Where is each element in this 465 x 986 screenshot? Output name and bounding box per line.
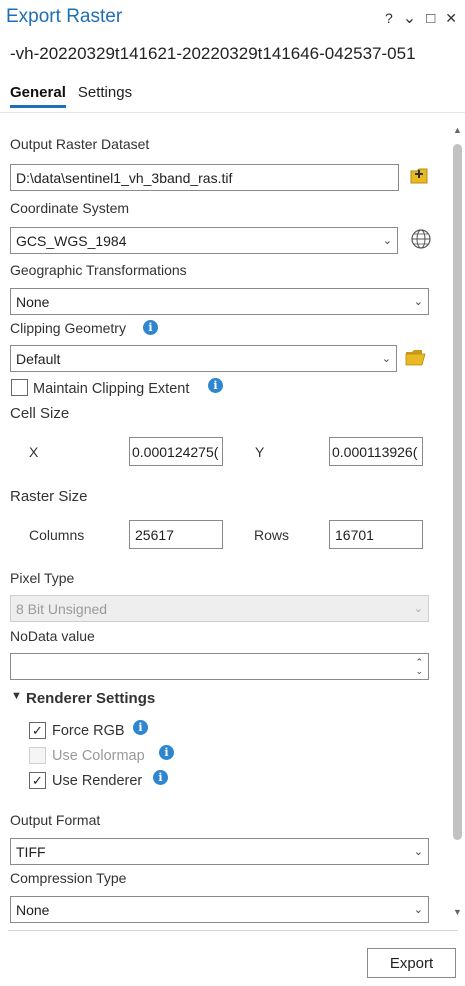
info-icon[interactable]: i (143, 320, 158, 335)
use-colormap-checkbox (29, 747, 46, 764)
chevron-down-icon: ⌄ (381, 353, 391, 365)
info-icon[interactable]: i (153, 770, 168, 785)
pixel-type-label: Pixel Type (10, 570, 75, 586)
scroll-down-icon[interactable]: ▼ (451, 906, 464, 918)
compression-type-label: Compression Type (10, 870, 127, 886)
maintain-clipping-label: Maintain Clipping Extent (33, 381, 190, 397)
raster-size-label: Raster Size (10, 488, 88, 505)
output-raster-field[interactable]: D:\data\sentinel1_vh_3band_ras.tif (10, 164, 399, 191)
close-button[interactable]: ✕ (445, 10, 457, 27)
nodata-input[interactable]: ⌃ ⌄ (10, 653, 429, 680)
window-title: Export Raster (6, 6, 123, 27)
chevron-down-icon: ⌄ (413, 603, 423, 615)
chevron-down-icon[interactable]: ⌄ (403, 8, 416, 28)
rows-input[interactable]: 16701 (329, 520, 423, 549)
cell-x-input[interactable]: 0.000124275( (129, 437, 223, 466)
tab-divider (0, 112, 465, 113)
globe-icon[interactable] (410, 228, 432, 250)
geo-transform-select[interactable]: None ⌄ (10, 288, 429, 315)
window-controls: ? ⌄ □ ✕ (385, 8, 457, 28)
geo-transform-value: None (16, 293, 50, 310)
chevron-down-icon[interactable]: ▼ (11, 690, 22, 702)
cell-size-label: Cell Size (10, 405, 70, 422)
pixel-type-select: 8 Bit Unsigned ⌄ (10, 595, 429, 622)
spinner-icon[interactable]: ⌃ ⌄ (415, 657, 423, 676)
add-folder-icon[interactable] (408, 165, 430, 187)
tab-bar: General Settings (10, 84, 132, 108)
scroll-up-icon[interactable]: ▲ (451, 124, 464, 136)
clipping-geometry-select[interactable]: Default ⌄ (10, 345, 397, 372)
output-raster-label: Output Raster Dataset (10, 136, 150, 152)
tab-settings[interactable]: Settings (78, 84, 132, 108)
chevron-down-icon: ⌄ (413, 296, 423, 308)
export-button[interactable]: Export (367, 948, 456, 978)
cell-y-input[interactable]: 0.000113926( (329, 437, 423, 466)
cell-x-label: X (29, 444, 39, 460)
tool-subtitle: -vh-20220329t141621-20220329t141646-0425… (10, 44, 416, 63)
pixel-type-value: 8 Bit Unsigned (16, 600, 108, 617)
force-rgb-label: Force RGB (52, 723, 125, 739)
tab-general[interactable]: General (10, 84, 66, 108)
renderer-settings-header[interactable]: Renderer Settings (26, 690, 155, 707)
rows-label: Rows (254, 527, 290, 543)
use-renderer-label: Use Renderer (52, 773, 143, 789)
chevron-down-icon: ⌄ (382, 235, 392, 247)
use-renderer-checkbox[interactable]: ✓ (29, 772, 46, 789)
chevron-down-icon: ⌄ (413, 846, 423, 858)
cell-y-label: Y (255, 444, 265, 460)
nodata-label: NoData value (10, 628, 95, 644)
coordinate-system-label: Coordinate System (10, 200, 130, 216)
columns-label: Columns (29, 527, 85, 543)
info-icon[interactable]: i (159, 745, 174, 760)
footer-divider (8, 930, 458, 931)
coordinate-system-value: GCS_WGS_1984 (16, 232, 127, 249)
output-format-select[interactable]: TIFF ⌄ (10, 838, 429, 865)
use-colormap-label: Use Colormap (52, 748, 145, 764)
columns-input[interactable]: 25617 (129, 520, 223, 549)
coordinate-system-select[interactable]: GCS_WGS_1984 ⌄ (10, 227, 398, 254)
chevron-down-icon: ⌄ (413, 904, 423, 916)
force-rgb-checkbox[interactable]: ✓ (29, 722, 46, 739)
geo-transform-label: Geographic Transformations (10, 262, 187, 278)
compression-type-value: None (16, 901, 50, 918)
restore-button[interactable]: □ (426, 10, 435, 27)
compression-type-select[interactable]: None ⌄ (10, 896, 429, 923)
info-icon[interactable]: i (133, 720, 148, 735)
maintain-clipping-checkbox[interactable] (11, 379, 28, 396)
clipping-geometry-value: Default (16, 350, 61, 367)
output-format-value: TIFF (16, 843, 46, 860)
help-button[interactable]: ? (385, 10, 393, 26)
info-icon[interactable]: i (208, 378, 223, 393)
scrollbar-thumb[interactable] (453, 144, 462, 840)
output-format-label: Output Format (10, 812, 101, 828)
open-folder-icon[interactable] (405, 348, 427, 368)
clipping-geometry-label: Clipping Geometry (10, 320, 126, 336)
